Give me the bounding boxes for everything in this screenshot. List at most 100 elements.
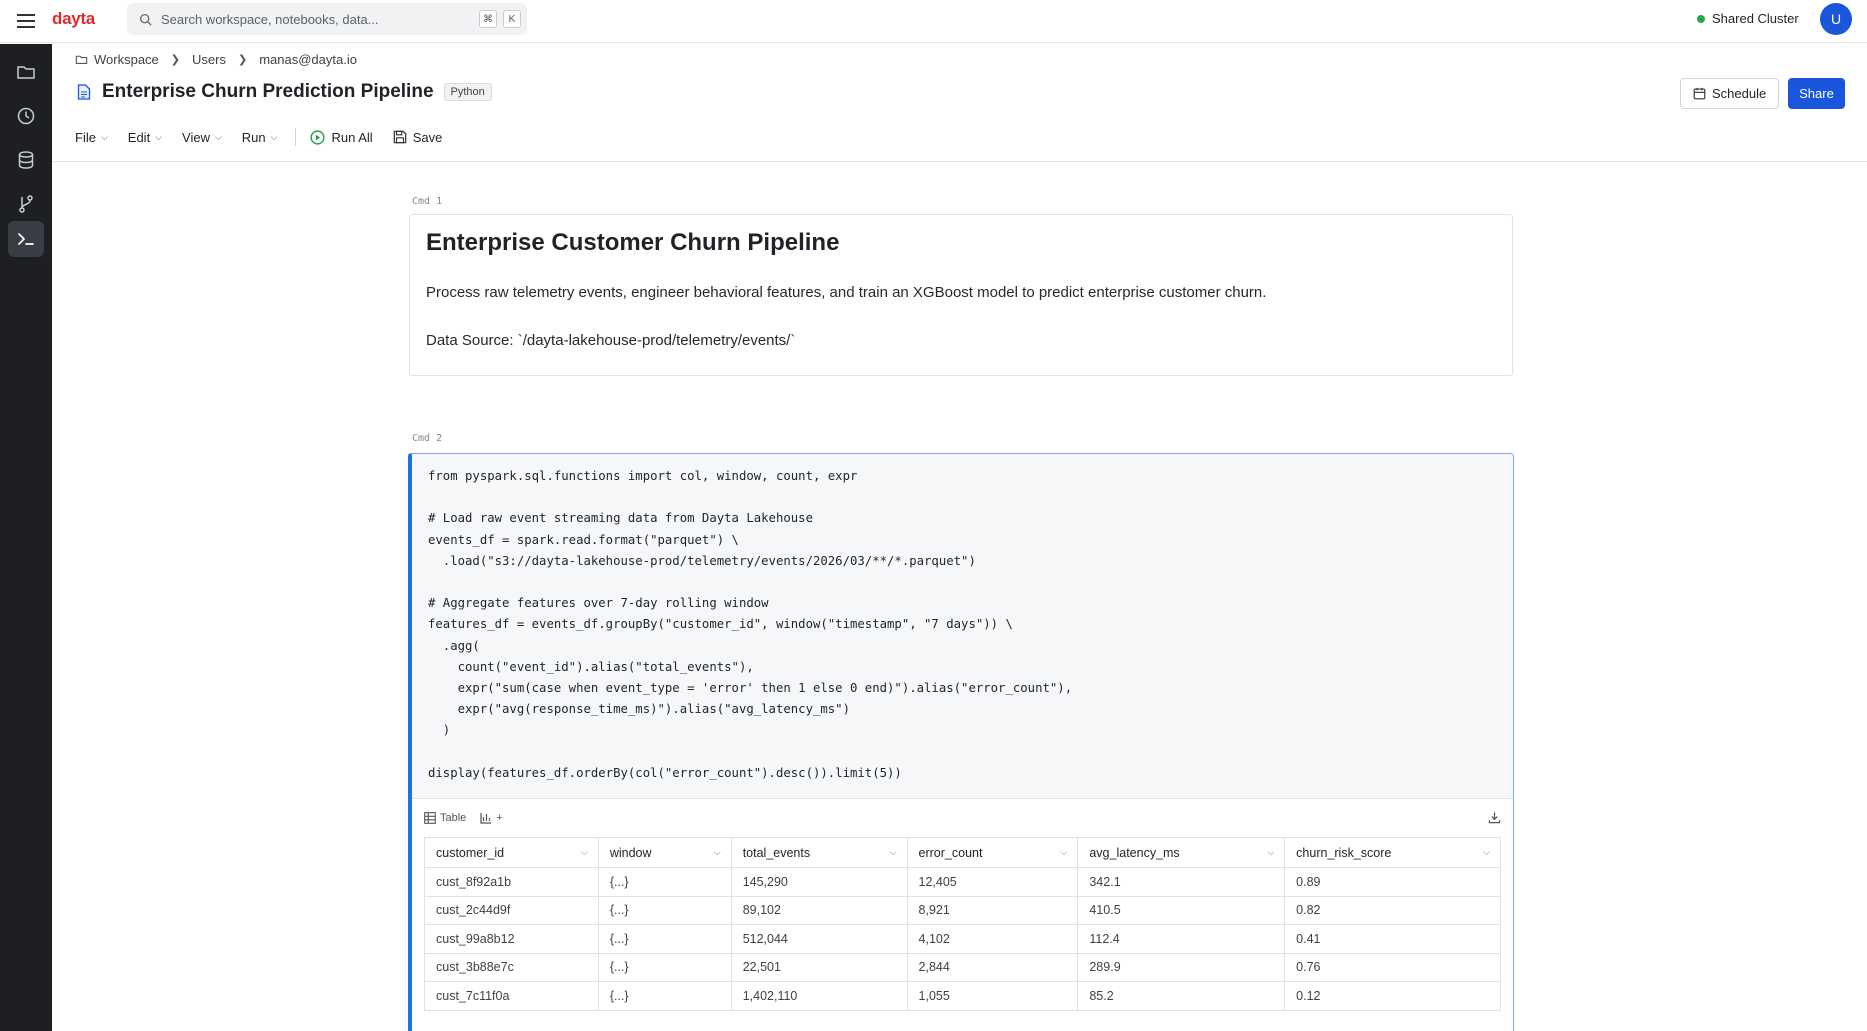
breadcrumb-user[interactable]: manas@dayta.io bbox=[259, 52, 357, 67]
folder-icon bbox=[17, 66, 35, 79]
cell-description: Process raw telemetry events, engineer b… bbox=[426, 284, 1267, 301]
toolbar-divider bbox=[295, 128, 297, 146]
chevron-right-icon: ❯ bbox=[237, 54, 248, 66]
column-header[interactable]: error_count ⌵ bbox=[906, 837, 1079, 868]
table-cell: 0.41 bbox=[1284, 924, 1501, 954]
column-header[interactable]: churn_risk_score ⌵ bbox=[1284, 837, 1501, 868]
menu-run[interactable]: Run ⌵ bbox=[242, 130, 278, 145]
chevron-down-icon[interactable]: ⌵ bbox=[714, 847, 721, 858]
table-cell[interactable]: {...} bbox=[597, 895, 732, 925]
table-cell: cust_99a8b12 bbox=[424, 924, 599, 954]
chevron-down-icon[interactable]: ⌵ bbox=[1061, 847, 1068, 858]
table-row[interactable]: cust_3b88e7c {...} 22,501 2,844 289.9 0.… bbox=[424, 952, 1501, 982]
table-cell: 4,102 bbox=[906, 924, 1079, 954]
status-dot bbox=[1697, 14, 1705, 23]
search-input[interactable] bbox=[161, 11, 479, 27]
menu-view-label: View bbox=[182, 129, 210, 145]
cell-label: Cmd 2 bbox=[412, 433, 443, 444]
table-row[interactable]: cust_7c11f0a {...} 1,402,110 1,055 85.2 … bbox=[424, 981, 1501, 1011]
table-cell: 410.5 bbox=[1077, 895, 1286, 925]
table-cell: 85.2 bbox=[1077, 981, 1286, 1011]
chevron-down-icon[interactable]: ⌵ bbox=[1267, 847, 1274, 858]
add-visualization-label: + bbox=[496, 812, 503, 824]
code-editor[interactable]: from pyspark.sql.functions import col, w… bbox=[412, 454, 1513, 798]
table-row[interactable]: cust_8f92a1b {...} 145,290 12,405 342.1 … bbox=[424, 867, 1501, 897]
menu-view[interactable]: View ⌵ bbox=[182, 130, 222, 145]
table-cell[interactable]: {...} bbox=[597, 952, 732, 982]
code-cell[interactable]: from pyspark.sql.functions import col, w… bbox=[408, 453, 1514, 1031]
table-cell: 0.89 bbox=[1284, 867, 1501, 897]
chevron-right-icon: ❯ bbox=[170, 54, 181, 66]
table-row[interactable]: cust_2c44d9f {...} 89,102 8,921 410.5 0.… bbox=[424, 895, 1501, 925]
column-header-label: churn_risk_score bbox=[1296, 845, 1392, 860]
table-header-row: customer_id ⌵ window ⌵ total_events ⌵ error… bbox=[424, 837, 1501, 868]
sidebar-files[interactable] bbox=[8, 54, 44, 90]
chevron-down-icon[interactable]: ⌵ bbox=[581, 847, 588, 858]
markdown-cell[interactable]: Enterprise Customer Churn Pipeline Proce… bbox=[409, 214, 1513, 376]
cell-data-source: Data Source: `/dayta-lakehouse-prod/tele… bbox=[426, 332, 796, 349]
sidebar-git[interactable] bbox=[8, 186, 44, 222]
cluster-status[interactable]: Shared Cluster bbox=[1697, 11, 1799, 26]
table-cell: 1,402,110 bbox=[730, 981, 908, 1011]
menu-file[interactable]: File ⌵ bbox=[75, 130, 108, 145]
sidebar-notebooks[interactable] bbox=[8, 221, 44, 257]
save-button[interactable]: Save bbox=[393, 129, 443, 145]
notebook-title[interactable]: Enterprise Churn Prediction Pipeline bbox=[102, 81, 434, 103]
result-tabs: Table + bbox=[424, 799, 1501, 837]
save-label: Save bbox=[412, 129, 443, 145]
top-bar: dayta ⌘ K Shared Cluster U bbox=[0, 0, 1867, 43]
title-row: Enterprise Churn Prediction Pipeline Pyt… bbox=[77, 81, 492, 103]
terminal-icon bbox=[18, 233, 34, 245]
table-cell[interactable]: {...} bbox=[597, 867, 732, 897]
save-icon bbox=[393, 130, 406, 144]
language-badge[interactable]: Python bbox=[443, 83, 492, 101]
table-cell: cust_8f92a1b bbox=[424, 867, 599, 897]
table-cell[interactable]: {...} bbox=[597, 924, 732, 954]
column-header[interactable]: customer_id ⌵ bbox=[424, 837, 599, 868]
schedule-label: Schedule bbox=[1712, 86, 1767, 101]
table-cell: 2,844 bbox=[906, 952, 1079, 982]
column-header[interactable]: total_events ⌵ bbox=[730, 837, 908, 868]
table-cell: 342.1 bbox=[1077, 867, 1286, 897]
user-avatar[interactable]: U bbox=[1820, 3, 1852, 35]
chevron-down-icon: ⌵ bbox=[270, 131, 278, 142]
run-all-button[interactable]: Run All bbox=[310, 130, 373, 145]
notebook-file-icon bbox=[77, 84, 91, 100]
sidebar-recents[interactable] bbox=[8, 98, 44, 134]
shortcut-key-cmd: ⌘ bbox=[479, 10, 497, 28]
schedule-button[interactable]: Schedule bbox=[1680, 78, 1780, 109]
bar-chart-icon bbox=[480, 813, 492, 824]
breadcrumb: Workspace ❯ Users ❯ manas@dayta.io bbox=[75, 52, 357, 67]
cluster-label: Shared Cluster bbox=[1712, 11, 1799, 26]
chevron-down-icon[interactable]: ⌵ bbox=[890, 847, 897, 858]
cell-label: Cmd 1 bbox=[412, 196, 443, 207]
table-cell: cust_2c44d9f bbox=[424, 895, 599, 925]
column-header[interactable]: window ⌵ bbox=[597, 837, 732, 868]
table-row[interactable]: cust_99a8b12 {...} 512,044 4,102 112.4 0… bbox=[424, 924, 1501, 954]
chevron-down-icon: ⌵ bbox=[100, 131, 108, 142]
table-cell: 0.82 bbox=[1284, 895, 1501, 925]
brand-logo[interactable]: dayta bbox=[52, 9, 95, 29]
cell-results: Table + customer_id ⌵ window ⌵ total_event… bbox=[412, 798, 1513, 1031]
table-tab-label: Table bbox=[440, 812, 467, 824]
breadcrumb-workspace[interactable]: Workspace bbox=[94, 52, 159, 67]
column-header[interactable]: avg_latency_ms ⌵ bbox=[1077, 837, 1286, 868]
table-cell[interactable]: {...} bbox=[597, 981, 732, 1011]
table-cell: 8,921 bbox=[906, 895, 1079, 925]
table-cell: 112.4 bbox=[1077, 924, 1286, 954]
table-cell: 1,055 bbox=[906, 981, 1079, 1011]
folder-icon bbox=[75, 55, 88, 64]
search-bar[interactable]: ⌘ K bbox=[127, 3, 527, 35]
table-cell: 289.9 bbox=[1077, 952, 1286, 982]
download-icon[interactable] bbox=[1488, 811, 1501, 829]
table-cell: 12,405 bbox=[906, 867, 1079, 897]
table-cell: 89,102 bbox=[730, 895, 908, 925]
chevron-down-icon[interactable]: ⌵ bbox=[1483, 847, 1490, 858]
sidebar-data[interactable] bbox=[8, 142, 44, 178]
table-tab[interactable]: Table bbox=[424, 812, 466, 824]
share-button[interactable]: Share bbox=[1788, 78, 1845, 109]
menu-edit[interactable]: Edit ⌵ bbox=[128, 130, 162, 145]
breadcrumb-users[interactable]: Users bbox=[192, 52, 226, 67]
add-visualization-button[interactable]: + bbox=[480, 812, 503, 824]
menu-icon[interactable] bbox=[17, 10, 35, 30]
